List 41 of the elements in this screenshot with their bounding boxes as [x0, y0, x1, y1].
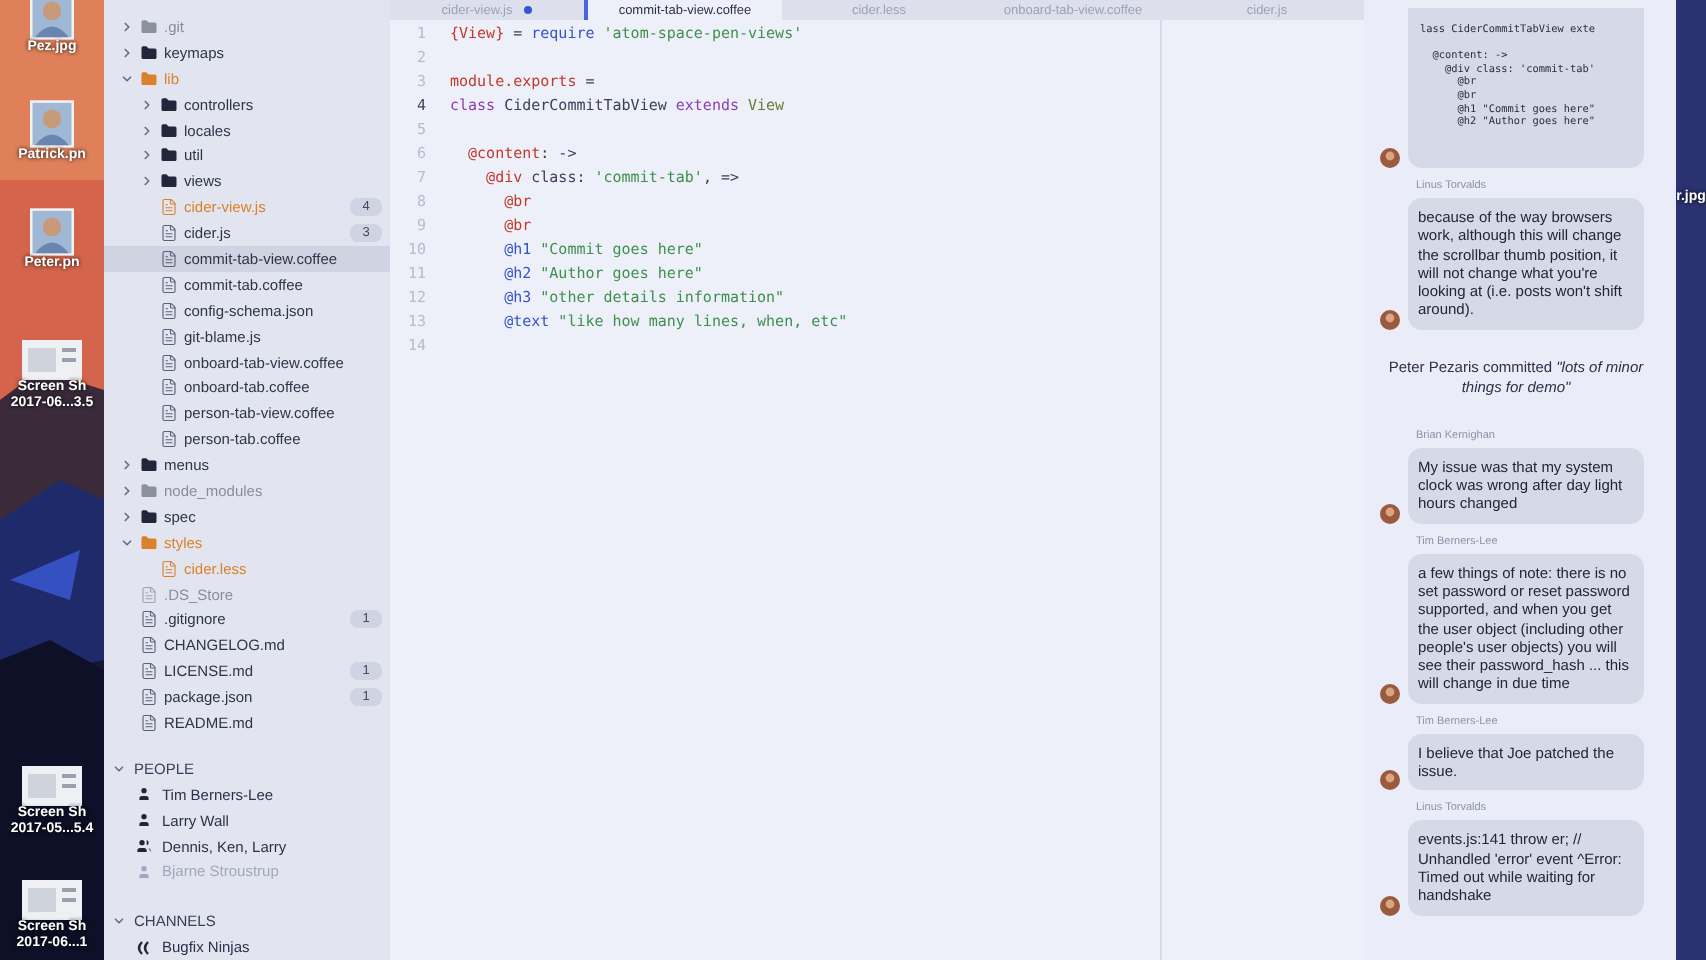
- file-icon: [160, 224, 178, 243]
- file-icon: [160, 249, 178, 268]
- file-icon: [160, 301, 178, 320]
- chevron-icon: [112, 761, 126, 776]
- folder-icon: [160, 121, 178, 139]
- person-icon: [136, 812, 152, 829]
- folder-icon: [140, 533, 158, 552]
- file-icon: [160, 559, 178, 578]
- folder-icon: [140, 456, 158, 475]
- folder-icon: [140, 481, 158, 500]
- folder-icon: [160, 95, 178, 114]
- folder-icon: [140, 507, 158, 526]
- avatar-icon: [1380, 148, 1400, 168]
- file-icon: [140, 610, 158, 629]
- file-icon: [160, 353, 178, 372]
- person-icon: [136, 786, 152, 803]
- person-icon: [136, 863, 152, 880]
- people-icon: [136, 838, 152, 855]
- file-icon: [160, 275, 178, 294]
- avatar-icon: [1380, 895, 1400, 916]
- folder-icon: [140, 69, 158, 88]
- avatar-icon: [1380, 683, 1400, 704]
- avatar-icon: [1380, 309, 1400, 330]
- file-icon: [160, 327, 178, 346]
- file-icon: [140, 636, 158, 655]
- folder-icon: [140, 43, 158, 62]
- avatar-icon: [1380, 770, 1400, 791]
- file-icon: [160, 378, 178, 397]
- file-icon: [160, 430, 178, 449]
- folder-icon: [160, 146, 178, 165]
- folder-icon: [140, 17, 158, 36]
- file-icon: [140, 662, 158, 681]
- file-icon: [160, 404, 178, 423]
- chevron-icon: [112, 914, 126, 929]
- file-icon: [160, 198, 178, 217]
- folder-icon: [160, 172, 178, 191]
- file-icon: [140, 688, 158, 707]
- avatar-icon: [1380, 503, 1400, 524]
- channel-icon: [136, 939, 152, 956]
- file-icon: [140, 713, 158, 732]
- file-icon: [140, 585, 158, 604]
